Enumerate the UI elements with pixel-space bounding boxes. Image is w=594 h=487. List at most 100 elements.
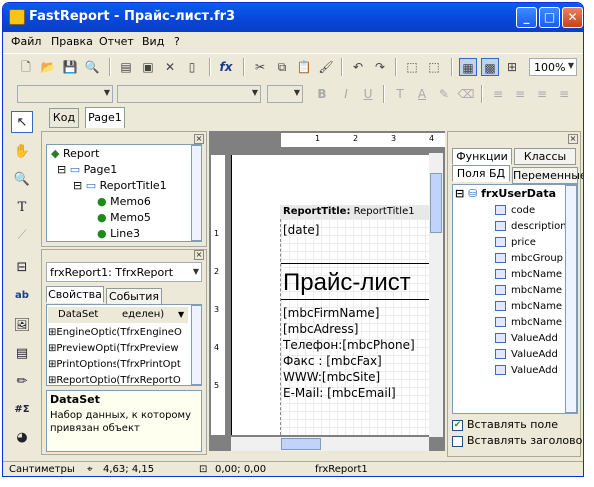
system-text-icon[interactable]: #Σ	[11, 399, 33, 421]
align-justify-icon[interactable]: ≡	[555, 85, 573, 103]
open-icon[interactable]: 📂	[39, 58, 57, 76]
ungroup-icon[interactable]: ⬚	[425, 58, 443, 76]
divider-line[interactable]	[281, 299, 433, 300]
property-row[interactable]: ⊞PreviewOptions(TfrxPreview	[48, 341, 179, 357]
italic-icon[interactable]: I	[337, 85, 355, 103]
tab-properties[interactable]: Свойства	[46, 286, 104, 303]
menu-report[interactable]: Отчет	[99, 35, 134, 48]
close-button[interactable]: ✕	[562, 7, 583, 28]
field-item[interactable]: mbcName	[495, 301, 562, 312]
fill-icon[interactable]: ✎	[435, 85, 453, 103]
field-item[interactable]: mbcName	[495, 317, 562, 328]
show-grid-icon[interactable]: ▦	[459, 58, 477, 76]
memo-date[interactable]: [date]	[283, 223, 319, 237]
tab-page1[interactable]: Page1	[85, 107, 125, 128]
paste-icon[interactable]: 📋	[295, 58, 313, 76]
object-select[interactable]: frxReport1: TfrxReport ▼	[46, 262, 202, 282]
field-item[interactable]: mbcName	[495, 285, 562, 296]
dataset-root[interactable]: ⊟ ⛁ frxUserData	[455, 187, 556, 200]
tree-item-report[interactable]: ◆ Report	[51, 147, 99, 160]
tab-events[interactable]: События	[106, 288, 162, 305]
band-header[interactable]: ReportTitle: ReportTitle1	[280, 205, 432, 219]
band-tool-icon[interactable]: ⊟	[11, 257, 33, 279]
close-icon[interactable]: ×	[194, 134, 204, 144]
format-copy-icon[interactable]: ⟋	[11, 225, 33, 247]
more-objects-icon[interactable]: ◕	[11, 427, 33, 449]
property-row[interactable]: DataSet еделен) ▼	[48, 307, 188, 323]
zoom-tool-icon[interactable]: 🔍	[11, 169, 33, 191]
maximize-button[interactable]: □	[539, 7, 560, 28]
vertical-scrollbar[interactable]	[429, 153, 443, 437]
field-item[interactable]: mbcName	[495, 269, 562, 280]
insert-field-checkbox[interactable]: ✔ Вставлять поле	[452, 418, 558, 431]
tree-item-reporttitle1[interactable]: ⊟ ▭ ReportTitle1	[73, 179, 167, 192]
new-page-icon[interactable]: ▤	[117, 58, 135, 76]
tree-item-line3[interactable]: ● Line3	[97, 227, 140, 240]
insert-header-checkbox[interactable]: Вставлять заголовок	[452, 434, 583, 447]
scroll-thumb[interactable]	[281, 438, 321, 450]
property-row[interactable]: ⊞ReportOptions(TfrxReportO	[48, 373, 181, 385]
copy-icon[interactable]: ⧉	[273, 58, 291, 76]
align-center-icon[interactable]: ≡	[511, 85, 529, 103]
redo-icon[interactable]: ↷	[371, 58, 389, 76]
font-color-icon[interactable]: A	[413, 85, 431, 103]
tree-item-memo5[interactable]: ● Memo5	[97, 211, 151, 224]
highlight-icon[interactable]: T	[391, 85, 409, 103]
save-icon[interactable]: 💾	[61, 58, 79, 76]
price-list-heading[interactable]: Прайс-лист	[283, 269, 411, 297]
property-row[interactable]: ⊞EngineOptions(TfrxEngineO	[48, 325, 182, 341]
tab-functions[interactable]: Функции	[452, 148, 512, 165]
report-title-band[interactable]: [date] Прайс-лист [mbcFirmName] [mbcAdre…	[280, 219, 433, 435]
tree-scrollbar[interactable]	[191, 145, 201, 241]
zoom-select[interactable]: 100% ▼	[529, 58, 577, 76]
property-row[interactable]: ⊞PrintOptions(TfrxPrintOpt	[48, 357, 181, 373]
close-icon[interactable]: ×	[568, 134, 578, 144]
scroll-thumb[interactable]	[430, 173, 442, 233]
field-item[interactable]: ValueAdd	[495, 349, 558, 360]
line3[interactable]	[281, 263, 433, 264]
tab-variables[interactable]: Переменные	[512, 167, 583, 184]
field-item[interactable]: price	[495, 237, 536, 248]
tab-db-fields[interactable]: Поля БД	[452, 165, 510, 182]
bold-icon[interactable]: B	[313, 85, 331, 103]
menu-help[interactable]: ?	[174, 35, 180, 48]
align-left-icon[interactable]: ≡	[489, 85, 507, 103]
property-scrollbar[interactable]	[191, 305, 201, 385]
menu-view[interactable]: Вид	[142, 35, 164, 48]
field-item[interactable]: ValueAdd	[495, 333, 558, 344]
field-item[interactable]: code	[495, 205, 535, 216]
align-right-icon[interactable]: ≡	[533, 85, 551, 103]
picture-tool-icon[interactable]: 🖼	[11, 315, 33, 337]
field-item[interactable]: mbcGroup	[495, 253, 563, 264]
new-icon[interactable]: 🗋	[17, 58, 35, 76]
eraser-icon[interactable]: ⌫	[457, 85, 475, 103]
align-to-grid-icon[interactable]: ▩	[481, 58, 499, 76]
tab-classes[interactable]: Классы	[514, 148, 576, 165]
memo-tool-icon[interactable]: ab	[11, 285, 33, 307]
horizontal-scrollbar[interactable]	[231, 437, 429, 451]
hand-tool-icon[interactable]: ✋	[11, 141, 33, 163]
field-item[interactable]: ValueAdd	[495, 365, 558, 376]
underline-icon[interactable]: U	[359, 85, 377, 103]
minimize-button[interactable]: _	[516, 7, 537, 28]
function-icon[interactable]: fx	[217, 58, 235, 76]
close-icon[interactable]: ×	[194, 250, 204, 260]
font-size-select[interactable]: ▼	[267, 85, 303, 103]
preview-icon[interactable]: 🔍	[83, 58, 101, 76]
field-item[interactable]: description	[495, 221, 567, 232]
contact-memo[interactable]: [mbcFirmName] [mbcAdress] Телефон:[mbcPh…	[283, 305, 415, 401]
text-tool-icon[interactable]: T	[11, 197, 33, 219]
fields-scrollbar[interactable]	[565, 185, 577, 413]
menu-file[interactable]: Файл	[11, 35, 41, 48]
fit-to-grid-icon[interactable]: ⊞	[503, 58, 521, 76]
new-dialog-icon[interactable]: ▣	[139, 58, 157, 76]
font-name-select[interactable]: ▼	[117, 85, 261, 103]
page-settings-icon[interactable]: ▯	[183, 58, 201, 76]
draw-tool-icon[interactable]: ✏	[11, 371, 33, 393]
group-icon[interactable]: ⬚	[403, 58, 421, 76]
menu-edit[interactable]: Правка	[51, 35, 93, 48]
title-bar[interactable]: FastReport - Прайс-лист.fr3 _ □ ✕	[3, 3, 583, 32]
undo-icon[interactable]: ↶	[349, 58, 367, 76]
delete-page-icon[interactable]: ✕	[161, 58, 179, 76]
tab-code[interactable]: Код	[49, 108, 79, 128]
